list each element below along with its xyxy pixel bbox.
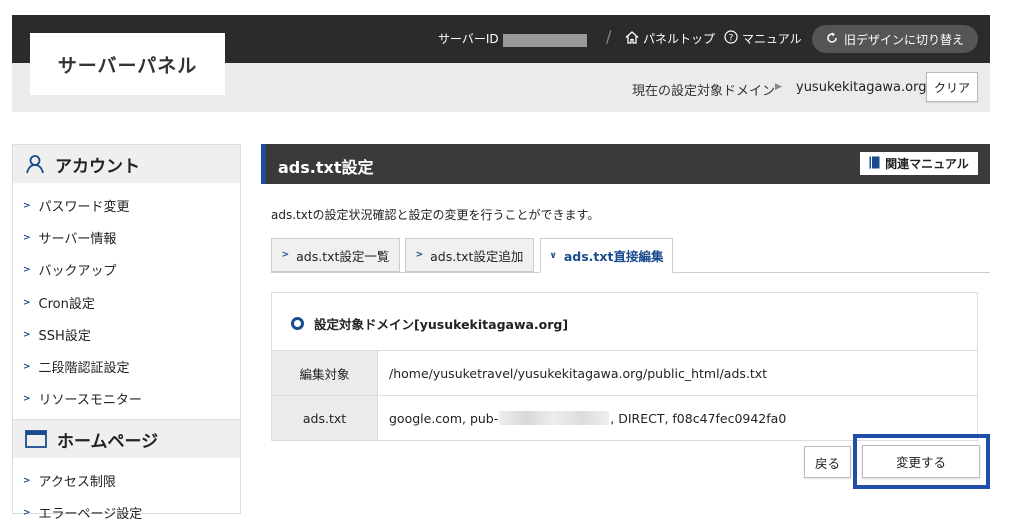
book-icon [869,156,880,172]
refresh-icon [826,32,838,47]
sidebar-item-password[interactable]: > パスワード変更 [23,196,130,215]
row-key: ads.txt [272,396,378,440]
sidebar-item-access-restriction[interactable]: > アクセス制限 [23,471,116,490]
chevron-right-icon: > [23,232,31,243]
change-button[interactable]: 変更する [862,445,980,478]
sidebar: アカウント > パスワード変更 > サーバー情報 > バックアップ > Cron設定 >… [12,144,241,522]
help-icon: ? [724,30,738,47]
sidebar-section-homepage: ホームページ [13,419,240,458]
tab-ads-direct-edit[interactable]: ∨ ads.txt直接編集 [540,238,673,273]
sidebar-item-label: Cron設定 [38,297,95,312]
chevron-right-icon: > [23,507,31,518]
chevron-right-icon: > [23,200,31,211]
manual-label: マニュアル [742,32,802,46]
tab-ads-add[interactable]: > ads.txt設定追加 [405,238,534,272]
chevron-down-icon: ∨ [549,250,557,261]
tab-label: ads.txt設定追加 [430,248,524,264]
sidebar-item-label: アクセス制限 [38,475,116,490]
domain-value: yusukekitagawa.org [796,80,927,95]
row-key: 編集対象 [272,351,378,395]
sidebar-item-server-info[interactable]: > サーバー情報 [23,228,116,247]
sidebar-item-ssh[interactable]: > SSH設定 [23,325,91,344]
sidebar-item-two-factor[interactable]: > 二段階認証設定 [23,357,130,376]
user-icon [25,154,45,174]
panel-top-link[interactable]: パネルトップ [625,30,715,47]
chevron-right-icon: > [415,250,424,260]
chevron-right-icon: > [23,329,31,340]
server-id-value-redacted [503,34,587,47]
separator: / [606,27,612,46]
sidebar-section-title: アカウント [55,156,140,177]
panel-heading-text: 設定対象ドメイン[yusukekitagawa.org] [314,317,569,332]
old-design-button[interactable]: 旧デザインに切り替え [812,25,978,53]
sidebar-section-account: アカウント [13,145,240,183]
sidebar-item-label: 二段階認証設定 [38,361,130,376]
sidebar-item-label: SSH設定 [38,329,91,344]
table-row: 編集対象 /home/yusuketravel/yusukekitagawa.o… [272,350,977,395]
old-design-label: 旧デザインに切り替え [843,32,964,47]
chevron-right-icon: > [23,264,31,275]
chevron-right-icon: > [23,475,31,486]
sidebar-item-resource-monitor[interactable]: > リソースモニター [23,389,142,408]
manual-link[interactable]: ? マニュアル [724,30,802,47]
page-description: ads.txtの設定状況確認と設定の変更を行うことができます。 [271,208,600,222]
tab-label: ads.txt直接編集 [563,249,664,264]
tab-label: ads.txt設定一覧 [296,248,390,264]
sidebar-item-label: リソースモニター [38,393,142,408]
related-manual-button[interactable]: 関連マニュアル [860,152,978,175]
clear-button[interactable]: クリア [926,72,978,102]
sidebar-item-label: バックアップ [38,264,117,279]
row-value[interactable]: google.com, pub- , DIRECT, f08c47fec0942… [389,396,786,440]
row-value: /home/yusuketravel/yusukekitagawa.org/pu… [389,365,768,381]
sidebar-item-label: サーバー情報 [38,232,117,247]
server-id-label: サーバーID [438,32,499,46]
logo[interactable]: サーバーパネル [30,33,225,95]
browser-window-icon [25,430,47,448]
sidebar-item-backup[interactable]: > バックアップ [23,260,117,279]
ads-value-prefix: google.com, pub- [389,410,499,426]
panel-top-label: パネルトップ [643,32,716,46]
sidebar-section-title: ホームページ [57,431,159,452]
ads-value-suffix: , DIRECT, f08c47fec0942fa0 [610,410,787,426]
panel-heading: 設定対象ドメイン[yusukekitagawa.org] [291,314,568,333]
chevron-right-icon: > [23,361,31,372]
sidebar-item-label: パスワード変更 [38,200,130,215]
back-button[interactable]: 戻る [804,446,851,478]
redacted-publisher-id [499,411,610,425]
related-manual-label: 関連マニュアル [885,157,969,171]
home-icon [625,30,639,47]
page-title: ads.txt設定 [278,158,374,177]
sidebar-item-label: エラーページ設定 [38,507,143,522]
sidebar-item-error-page[interactable]: > エラーページ設定 [23,503,142,522]
sidebar-item-cron[interactable]: > Cron設定 [23,293,95,312]
domain-label: 現在の設定対象ドメイン [632,84,776,99]
chevron-right-icon: > [281,250,290,260]
bullet-ring-icon [291,317,304,330]
arrow-right-icon: ▶ [775,82,782,92]
svg-text:?: ? [729,34,734,44]
tab-ads-list[interactable]: > ads.txt設定一覧 [271,238,400,272]
chevron-right-icon: > [23,393,31,404]
chevron-right-icon: > [23,297,31,308]
